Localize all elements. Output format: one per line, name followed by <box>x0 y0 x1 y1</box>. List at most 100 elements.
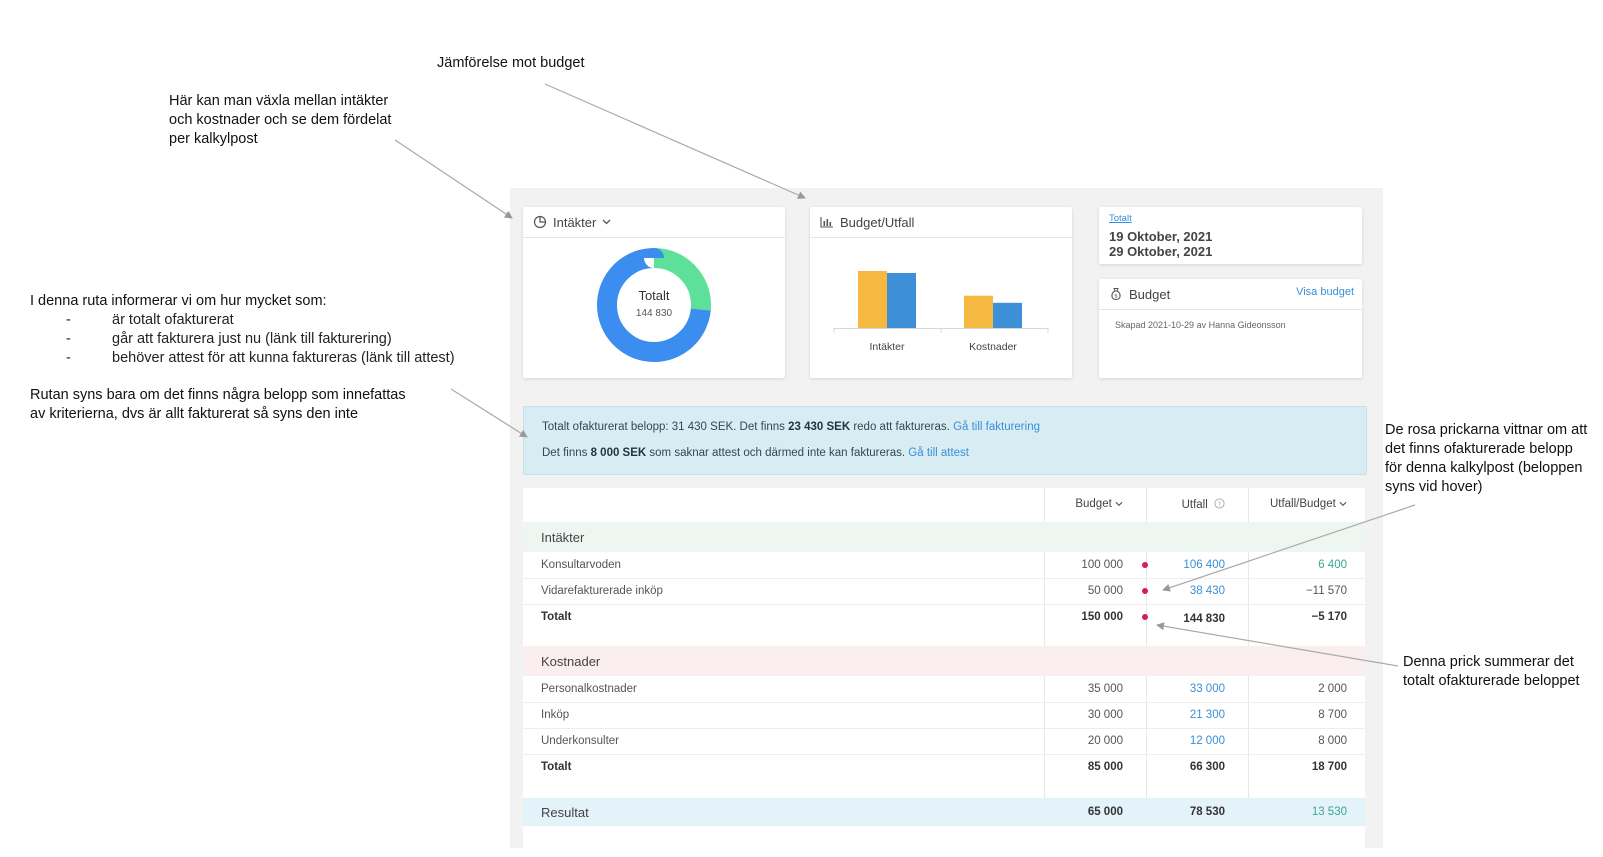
row-name: Personalkostnader <box>541 683 637 695</box>
bullet-dash: - <box>66 312 71 328</box>
annotation-bullet: - är totalt ofakturerat <box>66 311 234 330</box>
bullet-dash: - <box>66 331 71 347</box>
budget-info-card: $ Budget Visa budget Skapad 2021-10-29 a… <box>1099 279 1362 378</box>
section-title: Intäkter <box>541 530 585 545</box>
utfall-budget-header-label: Utfall/Budget <box>1269 498 1336 510</box>
row-budget: 30 000 <box>1087 709 1123 721</box>
row-utfall-link[interactable]: 21 300 <box>1190 709 1225 721</box>
x-tick-label: Kostnader <box>969 341 1017 353</box>
date-total-link[interactable]: Totalt <box>1109 213 1132 224</box>
table-row: Vidarefakturerade inköp 50 000 38 430 −1… <box>523 578 1365 605</box>
row-diff: 13 530 <box>1311 806 1347 818</box>
bar-chart-icon <box>820 217 833 228</box>
row-budget: 20 000 <box>1087 735 1123 747</box>
annotation-bullet: - går att fakturera just nu (länk till fa… <box>66 330 392 349</box>
table-row: Personalkostnader 35 000 33 000 2 000 <box>523 676 1365 703</box>
row-name: Inköp <box>541 709 570 721</box>
bullet-dash: - <box>66 350 71 366</box>
row-utfall: 78 530 <box>1189 806 1225 818</box>
row-budget: 85 000 <box>1087 761 1123 773</box>
annotation-prick: Denna prick summerar det totalt ofakture… <box>1403 653 1580 691</box>
svg-text:?: ? <box>1218 500 1222 508</box>
go-to-attest-link[interactable]: Gå till attest <box>908 447 969 459</box>
row-utfall-link[interactable]: 38 430 <box>1190 585 1225 597</box>
row-name: Totalt <box>541 761 572 773</box>
pie-chart-icon <box>533 215 547 229</box>
budget-info-header: $ Budget Visa budget <box>1099 279 1362 310</box>
utfall-budget-column-header[interactable]: Utfall/Budget <box>1270 498 1347 510</box>
budget-utfall-card: Budget/Utfall Intäkter Kostnader <box>810 207 1072 378</box>
uninvoiced-dot[interactable] <box>1142 562 1148 568</box>
budget-utfall-header: Budget/Utfall <box>810 207 1072 238</box>
bar-0-1 <box>887 272 916 328</box>
row-utfall-link[interactable]: 12 000 <box>1190 735 1225 747</box>
row-budget: 35 000 <box>1087 683 1123 695</box>
annotation-jamforelse: Jämförelse mot budget <box>437 55 585 71</box>
info-text: Det finns <box>542 447 591 459</box>
budget-column-header[interactable]: Budget <box>1075 498 1123 510</box>
budget-header-label: Budget <box>1075 498 1112 510</box>
go-to-invoicing-link[interactable]: Gå till fakturering <box>953 421 1040 433</box>
annotation-vaxla: Här kan man växla mellan intäkter och ko… <box>169 92 391 149</box>
arrow-line <box>394 139 513 219</box>
visa-budget-link[interactable]: Visa budget <box>1296 286 1354 298</box>
row-utfall: 66 300 <box>1189 761 1225 773</box>
date-to: 29 Oktober, 2021 <box>1109 244 1213 259</box>
info-text: Totalt ofakturerat belopp: 31 430 SEK. D… <box>542 421 789 433</box>
bullet-text: är totalt ofakturerat <box>112 312 234 328</box>
row-budget: 65 000 <box>1087 806 1123 818</box>
info-text: redo att faktureras. <box>850 421 950 433</box>
income-toggle[interactable]: Intäkter <box>523 207 785 238</box>
annotation-rosa: De rosa prickarna vittnar om att det fin… <box>1385 421 1587 497</box>
annotation-line: Rutan syns bara om det finns några belop… <box>30 387 406 403</box>
chevron-down-icon <box>602 219 611 225</box>
annotation-line: av kriterierna, dvs är allt fakturerat s… <box>30 406 359 422</box>
row-diff: 2 000 <box>1318 683 1347 695</box>
section-kostnader: Kostnader <box>523 646 1365 676</box>
budget-created-text: Skapad 2021-10-29 av Hanna Gideonsson <box>1115 320 1286 330</box>
row-name: Underkonsulter <box>541 735 619 747</box>
utfall-column-header: Utfall ? <box>1182 498 1225 511</box>
annotation-line: De rosa prickarna vittnar om att <box>1385 422 1588 438</box>
annotation-line: syns vid hover) <box>1385 479 1483 495</box>
bullet-text: går att fakturera just nu (länk till fak… <box>112 331 392 347</box>
bar-1-1 <box>993 302 1022 328</box>
date-from: 19 Oktober, 2021 <box>1109 229 1213 244</box>
table-result-row: Resultat 65 000 78 530 13 530 <box>523 798 1365 826</box>
budget-info-title: Budget <box>1129 286 1171 302</box>
annotation-line: det finns ofakturerade belopp <box>1385 441 1573 457</box>
chevron-down-icon <box>1115 501 1123 507</box>
row-diff: −11 570 <box>1305 585 1347 597</box>
info-text: som saknar attest och därmed inte kan fa… <box>646 447 906 459</box>
date-card: Totalt 19 Oktober, 2021 29 Oktober, 2021 <box>1099 207 1362 264</box>
income-donut-card: Intäkter Totalt 144 830 <box>523 207 785 378</box>
uninvoiced-dot[interactable] <box>1142 588 1148 594</box>
row-name: Resultat <box>541 805 589 820</box>
row-budget: 150 000 <box>1081 611 1123 623</box>
row-budget: 50 000 <box>1087 585 1123 597</box>
chevron-down-icon <box>1339 501 1347 507</box>
row-diff: 6 400 <box>1318 559 1347 571</box>
row-utfall-link[interactable]: 33 000 <box>1190 683 1225 695</box>
table-row: Underkonsulter 20 000 12 000 8 000 <box>523 728 1365 755</box>
row-diff: 8 700 <box>1318 709 1347 721</box>
arrow-line <box>544 83 806 199</box>
row-utfall: 144 830 <box>1183 613 1225 625</box>
table-total-row: Totalt 85 000 66 300 18 700 <box>523 754 1365 780</box>
annotation-line: och kostnader och se dem fördelat <box>169 112 392 128</box>
annotation-line: per kalkylpost <box>169 131 258 147</box>
bullet-text: behöver attest för att kunna faktureras … <box>112 350 455 366</box>
utfall-header-label: Utfall <box>1181 499 1208 511</box>
info-line-1: Totalt ofakturerat belopp: 31 430 SEK. D… <box>542 421 1040 433</box>
row-name: Konsultarvoden <box>541 559 621 571</box>
uninvoiced-total-dot[interactable] <box>1142 614 1148 620</box>
budget-utfall-chart: Intäkter Kostnader <box>833 271 1049 353</box>
help-icon[interactable]: ? <box>1214 498 1225 509</box>
table-header: Budget Utfall ? Utfall/Budget <box>523 488 1365 523</box>
annotation-ruta-syns: Rutan syns bara om det finns några belop… <box>30 386 406 424</box>
table-row: Konsultarvoden 100 000 106 400 6 400 <box>523 552 1365 579</box>
x-tick-label: Intäkter <box>869 341 905 353</box>
row-utfall-link[interactable]: 106 400 <box>1183 559 1225 571</box>
row-name: Vidarefakturerade inköp <box>541 585 663 597</box>
section-title: Kostnader <box>541 654 601 669</box>
